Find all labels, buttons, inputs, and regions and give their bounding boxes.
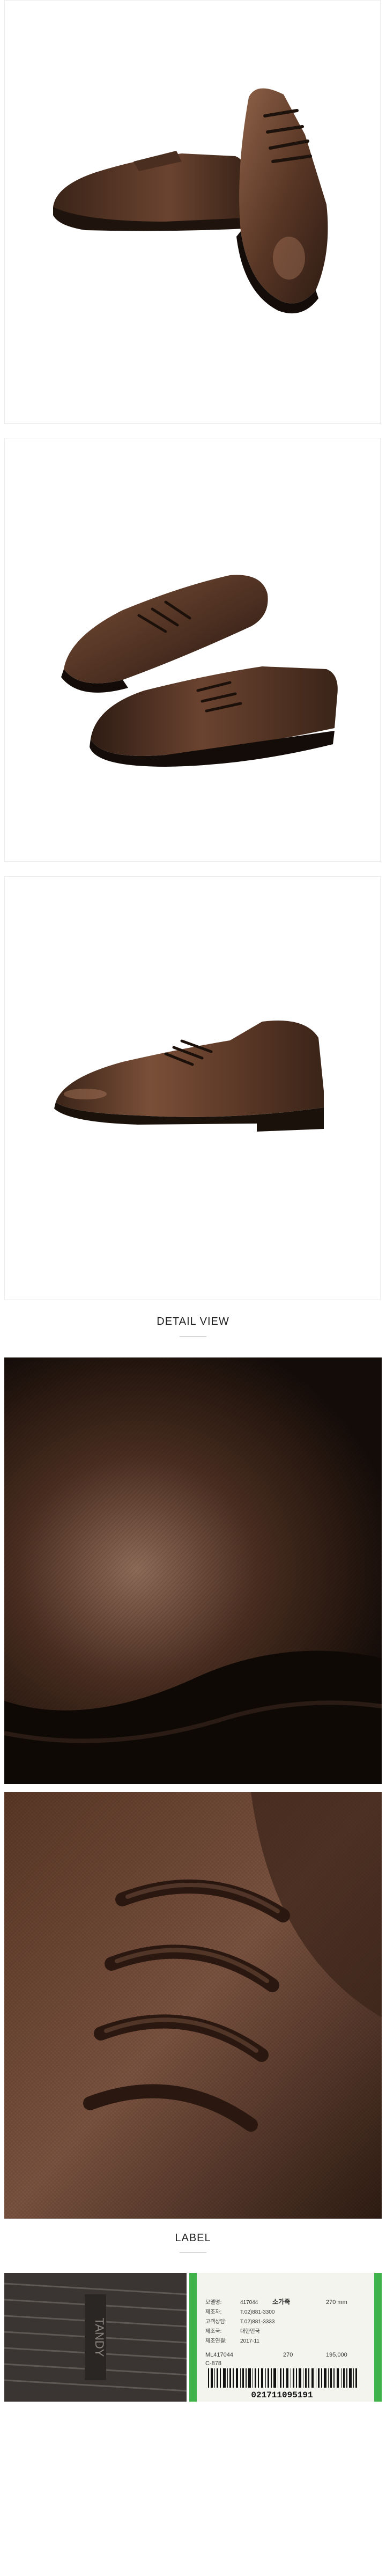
tag-row-cs-val: T.02)881-3333 (240, 2319, 275, 2325)
tag-price: 195,000 (326, 2352, 347, 2358)
tag-row-model-key: 모델명: (205, 2299, 221, 2306)
tag-code: ML417044 (205, 2352, 233, 2358)
sole-photo: TANDY (4, 2273, 187, 2402)
label-image: TANDY 모델명: 417044 소가죽 270 mm 제조자: T.02)8… (4, 2273, 382, 2402)
tag-row-maker-key: 제조자: (205, 2309, 221, 2315)
tag-row-model-val: 417044 (240, 2300, 258, 2306)
tag-kind: 소가죽 (272, 2298, 290, 2306)
tag-row-country-val: 대한민국 (240, 2328, 260, 2335)
product-image-angle (4, 876, 381, 1300)
tag-row-date-val: 2017-11 (240, 2338, 259, 2344)
label-divider (180, 2252, 206, 2253)
barcode-number: 021711095191 (251, 2390, 313, 2400)
detail-image-laces (4, 1792, 382, 2219)
tag-row-maker-val: T.02)881-3300 (240, 2309, 275, 2315)
product-image-side (4, 0, 381, 424)
tag-code2: C-878 (205, 2360, 221, 2367)
tag-size-num: 270 (283, 2352, 293, 2358)
product-image-pair (4, 438, 381, 862)
label-heading: LABEL (175, 2232, 211, 2244)
sole-brand-text: TANDY (93, 2318, 106, 2357)
tag-row-country-key: 제조국: (205, 2328, 221, 2335)
price-tag: 모델명: 417044 소가죽 270 mm 제조자: T.02)881-330… (189, 2273, 382, 2402)
detail-view-heading: DETAIL VIEW (157, 1316, 229, 1327)
detail-view-divider (180, 1336, 206, 1337)
tag-row-date-key: 제조연월: (205, 2338, 227, 2344)
tag-row-cs-key: 고객상담: (205, 2318, 227, 2325)
tag-size: 270 mm (326, 2299, 347, 2306)
detail-image-toe (4, 1357, 382, 1784)
